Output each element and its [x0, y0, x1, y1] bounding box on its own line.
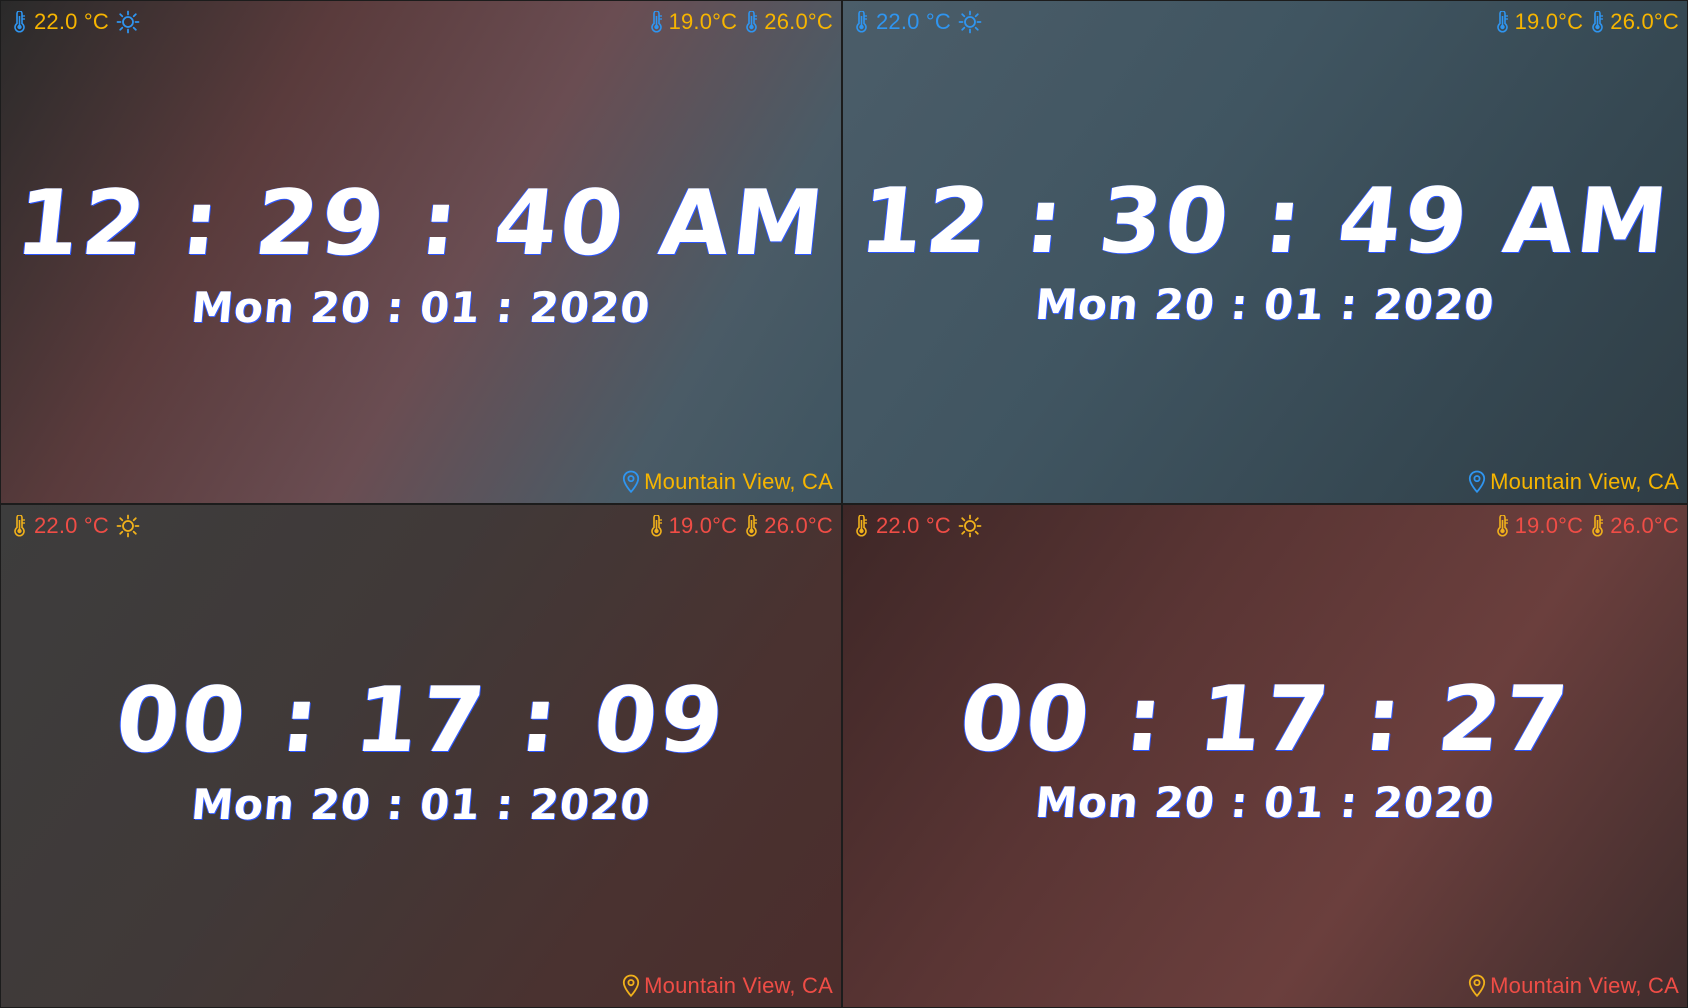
location-pin-icon — [622, 470, 640, 494]
clock-time: 12 : 30 : 49 AM — [855, 169, 1675, 274]
max-temperature: 26.0°C — [764, 9, 833, 34]
clock-date: Mon 20 : 01 : 2020 — [1033, 280, 1497, 329]
current-weather: 22.0 °C — [853, 9, 982, 35]
clock-panel-3: 22.0 °C 19.0°C 26.0°C 00: 17: 09 Mon 2… — [0, 504, 842, 1008]
location-label: Mountain View, CA — [1490, 973, 1679, 998]
min-temperature-chip: 19.0°C — [1494, 513, 1584, 539]
current-weather: 22.0 °C — [11, 513, 140, 539]
max-temperature-chip: 26.0°C — [1589, 9, 1679, 35]
clock-panel-2: 22.0 °C 19.0°C 26.0°C 12: 30: 49 AM Mo… — [842, 0, 1688, 504]
thermometer-icon — [853, 515, 869, 537]
max-temperature: 26.0°C — [1610, 9, 1679, 34]
location-label: Mountain View, CA — [1490, 469, 1679, 494]
min-temperature: 19.0°C — [1514, 9, 1584, 34]
clock-time: 12 : 29 : 40 AM — [11, 171, 831, 276]
location-pin-icon — [622, 974, 640, 998]
clock-panel-4: 22.0 °C 19.0°C 26.0°C 00: 17: 27 Mon 2… — [842, 504, 1688, 1008]
location: Mountain View, CA — [1468, 973, 1679, 999]
max-temperature-chip: 26.0°C — [1589, 513, 1679, 539]
location: Mountain View, CA — [1468, 469, 1679, 495]
max-temperature-chip: 26.0°C — [743, 9, 833, 35]
clock-time: 00 : 17 : 09 — [111, 668, 732, 773]
temperature-range: 19.0°C 26.0°C — [648, 9, 833, 35]
location-pin-icon — [1468, 470, 1486, 494]
thermometer-icon — [853, 11, 869, 33]
temperature-range: 19.0°C 26.0°C — [1494, 513, 1679, 539]
sun-icon — [958, 514, 982, 538]
min-temperature-chip: 19.0°C — [648, 9, 738, 35]
sun-icon — [958, 10, 982, 34]
thermometer-icon — [648, 515, 664, 537]
clock-date: Mon 20 : 01 : 2020 — [189, 283, 653, 332]
thermometer-icon — [743, 11, 759, 33]
current-weather: 22.0 °C — [853, 513, 982, 539]
location-label: Mountain View, CA — [644, 973, 833, 998]
thermometer-icon — [11, 515, 27, 537]
clock-date: Mon 20 : 01 : 2020 — [189, 780, 653, 829]
thermometer-icon — [1494, 515, 1510, 537]
location: Mountain View, CA — [622, 973, 833, 999]
sun-icon — [116, 514, 140, 538]
thermometer-icon — [648, 11, 664, 33]
thermometer-icon — [1589, 515, 1605, 537]
current-temperature: 22.0 °C — [34, 513, 110, 538]
clock-grid: 22.0 °C 19.0°C 26.0°C 12: 29: 40 AM Mo… — [0, 0, 1688, 1008]
min-temperature: 19.0°C — [1514, 513, 1584, 538]
min-temperature-chip: 19.0°C — [648, 513, 738, 539]
min-temperature: 19.0°C — [668, 9, 738, 34]
temperature-range: 19.0°C 26.0°C — [1494, 9, 1679, 35]
current-temperature: 22.0 °C — [876, 9, 952, 34]
sun-icon — [116, 10, 140, 34]
temperature-range: 19.0°C 26.0°C — [648, 513, 833, 539]
clock-time: 00 : 17 : 27 — [955, 667, 1576, 772]
thermometer-icon — [11, 11, 27, 33]
thermometer-icon — [1589, 11, 1605, 33]
thermometer-icon — [743, 515, 759, 537]
max-temperature-chip: 26.0°C — [743, 513, 833, 539]
location-pin-icon — [1468, 974, 1486, 998]
current-weather: 22.0 °C — [11, 9, 140, 35]
current-temperature: 22.0 °C — [34, 9, 110, 34]
max-temperature: 26.0°C — [1610, 513, 1679, 538]
thermometer-icon — [1494, 11, 1510, 33]
location-label: Mountain View, CA — [644, 469, 833, 494]
min-temperature: 19.0°C — [668, 513, 738, 538]
clock-panel-1: 22.0 °C 19.0°C 26.0°C 12: 29: 40 AM Mo… — [0, 0, 842, 504]
min-temperature-chip: 19.0°C — [1494, 9, 1584, 35]
max-temperature: 26.0°C — [764, 513, 833, 538]
location: Mountain View, CA — [622, 469, 833, 495]
clock-date: Mon 20 : 01 : 2020 — [1033, 778, 1497, 827]
current-temperature: 22.0 °C — [876, 513, 952, 538]
